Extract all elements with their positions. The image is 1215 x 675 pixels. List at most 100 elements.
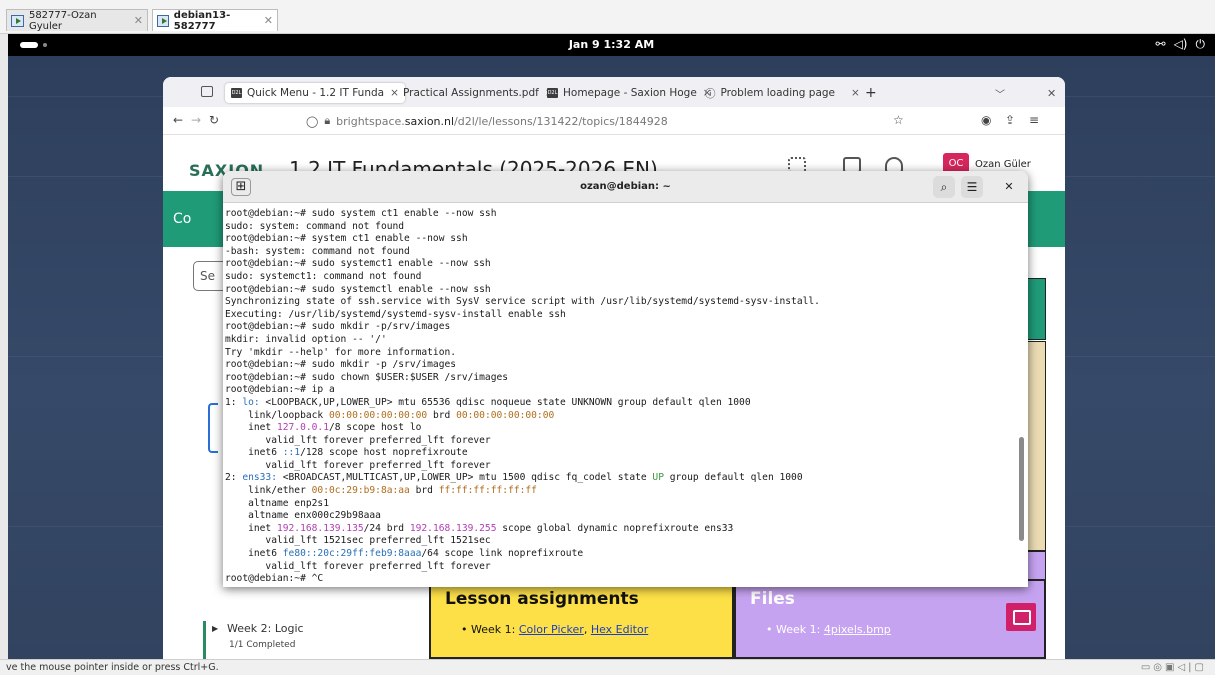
extensions-icon[interactable]: ⇪ bbox=[1005, 113, 1015, 127]
terminal-line: -bash: system: command not found bbox=[225, 246, 1017, 259]
terminal-text: altname enp2s1 bbox=[225, 497, 329, 509]
terminal-text: 127.0.0.1 bbox=[276, 422, 329, 434]
terminal-text: scope global dynamic noprefixroute ens33 bbox=[496, 522, 734, 534]
terminal-line: root@debian:~# system ct1 enable --now s… bbox=[225, 233, 1017, 246]
shield-icon: ◯ bbox=[306, 114, 319, 128]
terminal-text: Synchronizing state of ssh.service with … bbox=[225, 296, 820, 308]
terminal-text: -bash: system: command not found bbox=[225, 245, 410, 257]
terminal-text: root@debian:~# sudo mkdir -p /srv/images bbox=[225, 359, 457, 371]
terminal-text: valid_lft forever preferred_lft forever bbox=[225, 459, 491, 471]
hex-editor-link[interactable]: Hex Editor bbox=[591, 623, 648, 636]
url-bar[interactable]: ◯ 🔒︎ brightspace. saxion.nl/d2l/le/lesson… bbox=[306, 111, 896, 131]
search-icon[interactable]: ⌕ bbox=[933, 176, 955, 198]
window-close-icon[interactable]: ✕ bbox=[1047, 83, 1056, 103]
course-nav-label[interactable]: Co bbox=[173, 211, 191, 227]
scrollbar[interactable] bbox=[1019, 437, 1024, 541]
terminal-text: lo: bbox=[242, 396, 260, 408]
file-item: • Week 1: 4pixels.bmp bbox=[766, 623, 891, 636]
terminal-title: ozan@debian: ~ bbox=[580, 181, 671, 192]
forward-icon[interactable]: → bbox=[191, 113, 201, 127]
back-icon[interactable]: ← bbox=[173, 113, 183, 127]
terminal-line: 1: lo: <LOOPBACK,UP,LOWER_UP> mtu 65536 … bbox=[225, 397, 1017, 410]
terminal-text: <LOOPBACK,UP,LOWER_UP> mtu 65536 qdisc n… bbox=[259, 396, 751, 408]
close-icon[interactable]: × bbox=[851, 87, 860, 99]
terminal-text: sudo: systemct1: command not found bbox=[225, 270, 422, 282]
bookmark-star-icon[interactable]: ☆ bbox=[893, 113, 904, 127]
terminal-text: link/ether bbox=[225, 485, 312, 497]
terminal-line: root@debian:~# ip a bbox=[225, 384, 1017, 397]
terminal-text: <BROADCAST,MULTICAST,UP,LOWER_UP> mtu 15… bbox=[276, 472, 653, 484]
terminal-line: altname enx000c29b98aaa bbox=[225, 510, 1017, 523]
power-icon[interactable]: ⏻ bbox=[1196, 37, 1206, 52]
browser-tab-homepage[interactable]: D2L Homepage - Saxion Hoge × bbox=[547, 83, 712, 103]
browser-tab-bar: D2L Quick Menu - 1.2 IT Funda × Practica… bbox=[163, 77, 1065, 107]
clock[interactable]: Jan 9 1:32 AM bbox=[8, 38, 1215, 51]
terminal-text: sudo: system: command not found bbox=[225, 220, 405, 232]
terminal-output[interactable]: root@debian:~# sudo system ct1 enable --… bbox=[223, 204, 1017, 587]
terminal-text: brd bbox=[427, 409, 457, 421]
terminal-line: root@debian:~# sudo system ct1 enable --… bbox=[225, 208, 1017, 221]
tab-overflow-chevron-icon[interactable]: ﹀ bbox=[995, 83, 1005, 103]
file-link[interactable]: 4pixels.bmp bbox=[824, 623, 891, 636]
close-icon[interactable]: × bbox=[390, 87, 399, 99]
terminal-line: root@debian:~# sudo chown $USER:$USER /s… bbox=[225, 372, 1017, 385]
browser-tab-quick-menu[interactable]: D2L Quick Menu - 1.2 IT Funda × bbox=[225, 83, 405, 103]
gnome-top-bar: Jan 9 1:32 AM ⚯ ◁) ⏻ bbox=[8, 34, 1215, 56]
terminal-line: link/loopback 00:00:00:00:00:00 brd 00:0… bbox=[225, 410, 1017, 423]
new-tab-button[interactable]: + bbox=[865, 83, 877, 103]
terminal-line: root@debian:~# ^C bbox=[225, 573, 1017, 586]
close-icon[interactable]: ✕ bbox=[134, 14, 143, 27]
terminal-line: inet 127.0.0.1/8 scope host lo bbox=[225, 422, 1017, 435]
files-card: Files • Week 1: 4pixels.bmp bbox=[734, 579, 1046, 659]
close-icon[interactable]: ✕ bbox=[999, 177, 1019, 197]
menu-icon[interactable]: ☰ bbox=[961, 176, 983, 198]
color-picker-link[interactable]: Color Picker bbox=[519, 623, 584, 636]
terminal-line: inet 192.168.139.135/24 brd 192.168.139.… bbox=[225, 523, 1017, 536]
browser-tab-problem[interactable]: ⓘ Problem loading page × bbox=[705, 83, 860, 103]
terminal-text: fe80::20c:29ff:feb9:8aaa bbox=[282, 548, 422, 560]
terminal-text: 192.168.139.135 bbox=[276, 522, 364, 534]
terminal-line: root@debian:~# sudo mkdir -p/srv/images bbox=[225, 321, 1017, 334]
volume-icon[interactable]: ◁) bbox=[1174, 37, 1188, 52]
browser-tab-practical[interactable]: Practical Assignments.pdf × bbox=[403, 83, 554, 103]
terminal-header: ⊞ ozan@debian: ~ ⌕ ☰ ✕ bbox=[223, 171, 1028, 203]
terminal-text: ff:ff:ff:ff:ff:ff bbox=[438, 485, 537, 497]
chevron-right-icon[interactable]: ▶ bbox=[212, 624, 218, 633]
close-icon[interactable]: ✕ bbox=[264, 14, 273, 27]
host-tab-label: 582777-Ozan Gyuler bbox=[28, 9, 97, 32]
terminal-text: root@debian:~# sudo mkdir -p/srv/images bbox=[225, 321, 451, 333]
terminal-text: root@debian:~# system ct1 enable --now s… bbox=[225, 233, 468, 245]
url-domain: saxion.nl bbox=[404, 114, 455, 128]
terminal-line: root@debian:~# sudo systemct1 enable --n… bbox=[225, 258, 1017, 271]
terminal-line: root@debian:~# sudo systemctl enable --n… bbox=[225, 284, 1017, 297]
week2-label[interactable]: Week 2: Logic bbox=[227, 622, 304, 635]
terminal-text: 00:00:00:00:00:00 bbox=[328, 409, 428, 421]
terminal-text: Try 'mkdir --help' for more information. bbox=[225, 346, 457, 358]
user-name[interactable]: Ozan Güler bbox=[975, 159, 1031, 170]
lesson-assignment-item: • Week 1: Color Picker, Hex Editor bbox=[461, 623, 649, 636]
network-icon[interactable]: ⚯ bbox=[1156, 37, 1166, 52]
menu-icon[interactable]: ≡ bbox=[1029, 113, 1039, 127]
terminal-text: root@debian:~# sudo chown $USER:$USER /s… bbox=[225, 371, 509, 383]
host-tab-2[interactable]: debian13-582777 ✕ bbox=[152, 9, 278, 32]
account-icon[interactable]: ◉ bbox=[981, 113, 991, 127]
tab-list-icon[interactable] bbox=[201, 86, 213, 97]
system-tray[interactable]: ⚯ ◁) ⏻ bbox=[1156, 37, 1205, 52]
terminal-text: 00:00:00:00:00:00 bbox=[456, 409, 555, 421]
terminal-line: valid_lft forever preferred_lft forever bbox=[225, 435, 1017, 448]
lock-icon: 🔒︎ bbox=[324, 114, 331, 127]
host-tab-1[interactable]: 582777-Ozan Gyuler ✕ bbox=[6, 9, 148, 32]
host-status-bar: ve the mouse pointer inside or press Ctr… bbox=[0, 659, 1215, 675]
robot-chat-icon[interactable] bbox=[1006, 603, 1036, 631]
lesson-assignments-card: Lesson assignments • Week 1: Color Picke… bbox=[429, 579, 734, 659]
terminal-line: Executing: /usr/lib/systemd/systemd-sysv… bbox=[225, 309, 1017, 322]
terminal-text: 2: bbox=[225, 472, 243, 484]
terminal-text: /24 brd bbox=[363, 522, 410, 534]
reload-icon[interactable]: ↻ bbox=[209, 113, 219, 127]
terminal-text: /64 scope link noprefixroute bbox=[421, 548, 584, 560]
terminal-text: 1: bbox=[225, 396, 243, 408]
terminal-text: root@debian:~# sudo systemctl enable --n… bbox=[225, 283, 491, 295]
browser-toolbar: ← → ↻ ◯ 🔒︎ brightspace. saxion.nl/d2l/le/… bbox=[163, 107, 1065, 135]
terminal-line: inet6 ::1/128 scope host noprefixroute bbox=[225, 447, 1017, 460]
terminal-line: sudo: system: command not found bbox=[225, 221, 1017, 234]
